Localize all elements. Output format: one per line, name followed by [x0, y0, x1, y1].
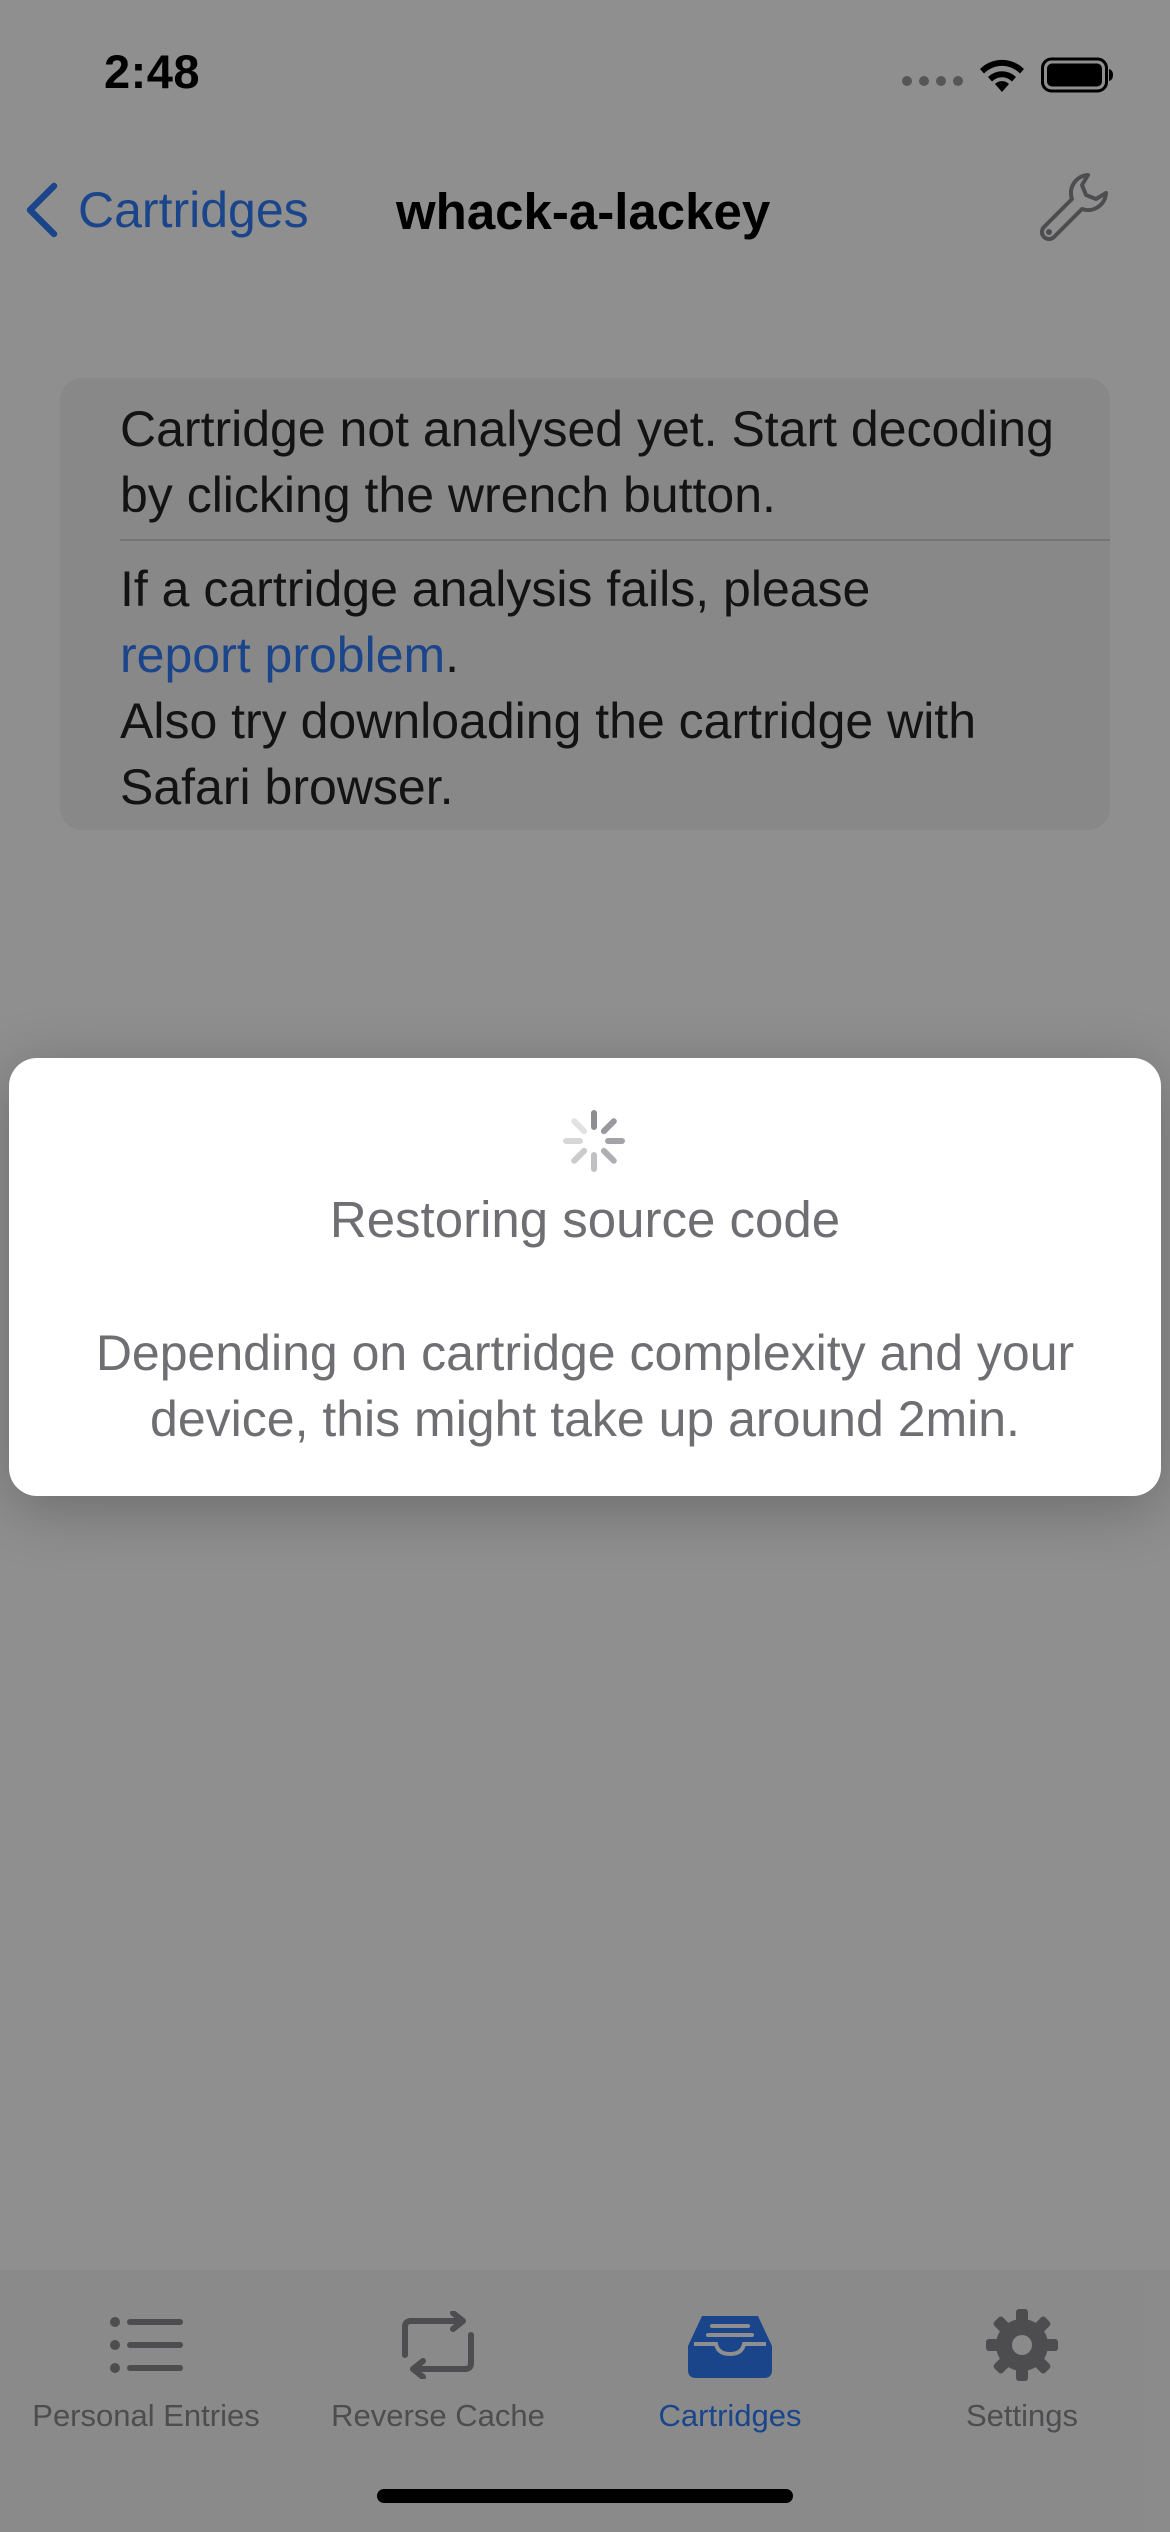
hud-title: Restoring source code [329, 1191, 841, 1248]
progress-hud: Restoring source code Depending on cartr… [9, 1058, 1161, 1496]
activity-spinner-icon [563, 1110, 625, 1172]
hud-message: Depending on cartridge complexity and yo… [95, 1325, 1075, 1447]
